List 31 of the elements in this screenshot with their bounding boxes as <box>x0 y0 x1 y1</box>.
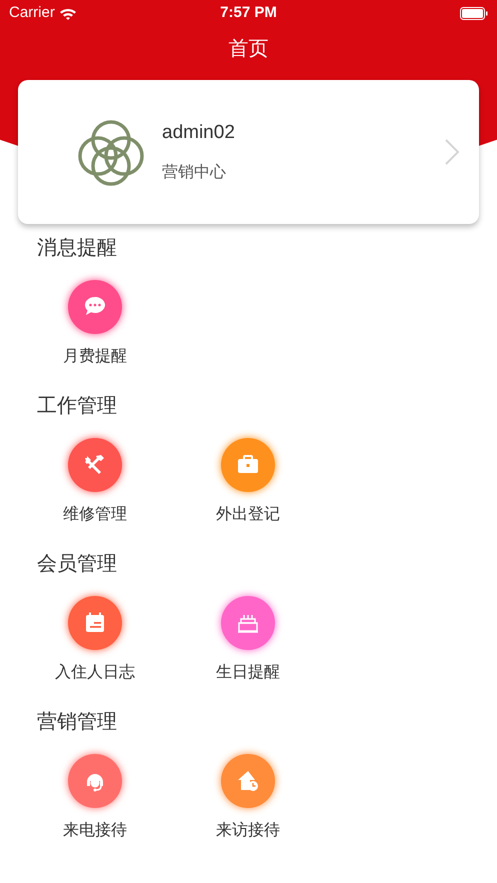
shortcut-label[interactable]: 入住人日志 <box>55 662 135 684</box>
chevron-right-icon <box>445 139 459 165</box>
shortcut-label[interactable]: 外出登记 <box>216 504 280 526</box>
shortcut-button[interactable] <box>68 438 122 492</box>
shortcut-button[interactable] <box>221 596 275 650</box>
shortcut-label[interactable]: 来访接待 <box>216 820 280 842</box>
department-text: 营销中心 <box>162 162 227 184</box>
section-title: 消息提醒 <box>36 236 118 260</box>
wifi-icon <box>58 6 77 20</box>
user-name: admin02 <box>162 120 236 145</box>
section-title: 会员管理 <box>36 552 118 576</box>
time-text: 7:57 PM <box>220 3 277 24</box>
carrier-text: Carrier <box>9 3 55 24</box>
battery-icon <box>460 7 488 20</box>
house-clock-icon <box>236 769 260 793</box>
section-title: 工作管理 <box>36 394 118 418</box>
shortcut-button[interactable] <box>68 280 122 334</box>
shortcut-button[interactable] <box>68 754 122 808</box>
shortcut-label[interactable]: 来电接待 <box>63 820 127 842</box>
profile-card[interactable]: admin02 营销中心 <box>18 80 479 224</box>
page-title: 首页 <box>228 37 268 62</box>
avatar-icon <box>78 118 144 186</box>
calendar-icon <box>83 611 107 635</box>
shortcut-button[interactable] <box>221 754 275 808</box>
shortcut-label[interactable]: 月费提醒 <box>63 346 127 368</box>
section-title: 营销管理 <box>36 710 118 734</box>
shortcut-label[interactable]: 维修管理 <box>63 504 127 526</box>
shortcut-button[interactable] <box>221 438 275 492</box>
shortcut-label[interactable]: 生日提醒 <box>216 662 280 684</box>
shortcut-button[interactable] <box>68 596 122 650</box>
tools-icon <box>83 453 107 477</box>
